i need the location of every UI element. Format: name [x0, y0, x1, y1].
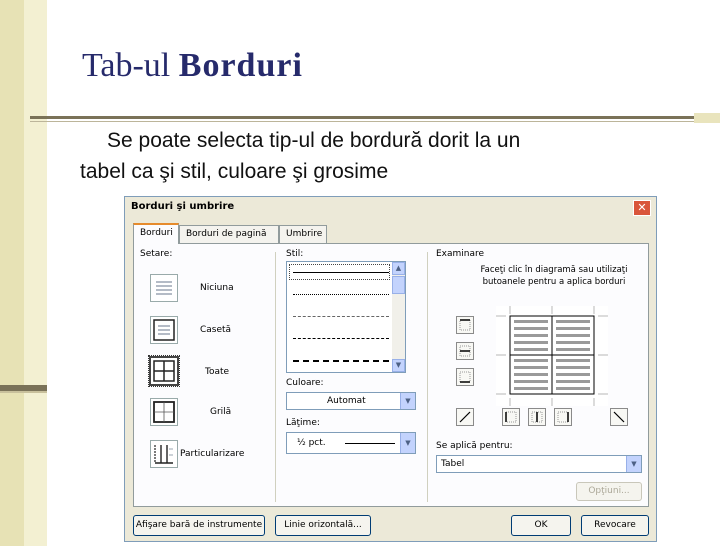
apply-to-value: Tabel: [441, 459, 465, 469]
slide-body: Se poate selecta tip-ul de bordură dorit…: [80, 125, 690, 187]
scroll-thumb[interactable]: [392, 276, 405, 294]
preview-hint-line-2: butoanele pentru a aplica borduri: [482, 277, 626, 287]
setting-custom-icon[interactable]: [150, 440, 178, 468]
preview-hint-line-1: Faceţi clic în diagramă sau utilizaţi: [480, 265, 628, 275]
setting-none-label[interactable]: Niciuna: [200, 283, 234, 293]
close-button[interactable]: ✕: [633, 200, 651, 216]
setting-separator: [275, 252, 276, 502]
apply-to-heading: Se aplică pentru:: [436, 441, 513, 451]
dialog-titlebar[interactable]: Borduri şi umbrire ✕: [125, 197, 656, 219]
slide-left-marker-thin: [0, 391, 47, 393]
preview-diagram[interactable]: [496, 306, 608, 406]
chevron-down-icon[interactable]: ▼: [626, 456, 641, 472]
setting-box-icon[interactable]: [150, 316, 178, 344]
setting-grid-icon[interactable]: [150, 398, 178, 426]
options-button[interactable]: Opţiuni...: [576, 482, 642, 501]
color-dropdown[interactable]: Automat ▼: [286, 392, 416, 410]
style-list[interactable]: ▲ ▼: [286, 261, 406, 373]
width-heading: Lăţime:: [286, 418, 320, 428]
tab-borders[interactable]: Borduri: [133, 223, 179, 244]
tab-shading[interactable]: Umbrire: [279, 225, 327, 243]
scroll-up-icon[interactable]: ▲: [392, 262, 405, 275]
setting-all-icon[interactable]: [148, 355, 180, 387]
slide-body-line-1: Se poate selecta tip-ul de bordură dorit…: [107, 129, 521, 152]
slide-title-rule-thin: [30, 121, 720, 122]
setting-heading: Setare:: [140, 249, 173, 259]
chevron-down-icon[interactable]: ▼: [400, 393, 415, 409]
slide-right-marker: [694, 113, 720, 123]
slide-title-rule: [30, 116, 720, 119]
tab-page-borders[interactable]: Borduri de pagină: [179, 225, 279, 243]
style-separator: [427, 252, 428, 502]
setting-none-icon[interactable]: [150, 274, 178, 302]
style-solid-line[interactable]: [293, 272, 389, 273]
width-dropdown[interactable]: ½ pct. ▼: [286, 432, 416, 454]
setting-box-label[interactable]: Casetă: [200, 325, 231, 335]
style-fine-dash-line[interactable]: [293, 316, 389, 317]
slide-title-bold: Borduri: [178, 47, 303, 84]
top-border-icon[interactable]: [456, 316, 474, 334]
style-dotted-line[interactable]: [293, 294, 389, 295]
width-value: ½ pct.: [297, 438, 326, 448]
tab-panel: Setare: Niciuna Casetă Toate Grilă Parti…: [133, 243, 649, 507]
chevron-down-icon[interactable]: ▼: [400, 433, 415, 453]
left-border-icon[interactable]: [502, 408, 520, 426]
scroll-down-icon[interactable]: ▼: [392, 359, 405, 372]
bottom-border-icon[interactable]: [456, 368, 474, 386]
slide-left-band-dark: [0, 0, 24, 546]
slide-body-line-2: tabel ca şi stil, culoare şi grosime: [80, 160, 389, 183]
inside-vertical-border-icon[interactable]: [528, 408, 546, 426]
preview-heading: Examinare: [436, 249, 485, 259]
setting-custom-label[interactable]: Particularizare: [180, 449, 244, 459]
cancel-button[interactable]: Revocare: [581, 515, 649, 536]
inside-horizontal-border-icon[interactable]: [456, 342, 474, 360]
show-toolbar-button[interactable]: Afişare bară de instrumente: [133, 515, 265, 536]
style-heading: Stil:: [286, 249, 304, 259]
width-sample-line: [345, 443, 395, 444]
apply-to-dropdown[interactable]: Tabel ▼: [436, 455, 642, 473]
style-dash-line[interactable]: [293, 338, 389, 339]
slide-title: Tab-ul Borduri: [82, 47, 303, 85]
right-border-icon[interactable]: [554, 408, 572, 426]
style-dash-dot-line[interactable]: [293, 360, 389, 362]
preview-hint: Faceţi clic în diagramă sau utilizaţi bu…: [464, 264, 644, 288]
setting-all-label[interactable]: Toate: [205, 367, 229, 377]
dialog-title: Borduri şi umbrire: [131, 201, 235, 212]
diagonal-down-border-icon[interactable]: [610, 408, 628, 426]
diagonal-up-border-icon[interactable]: [456, 408, 474, 426]
style-list-scrollbar[interactable]: ▲ ▼: [392, 262, 405, 372]
ok-button[interactable]: OK: [511, 515, 571, 536]
borders-shading-dialog: Borduri şi umbrire ✕ Borduri Borduri de …: [124, 196, 657, 542]
setting-grid-label[interactable]: Grilă: [210, 407, 231, 417]
slide-title-prefix: Tab-ul: [82, 47, 179, 84]
color-heading: Culoare:: [286, 378, 324, 388]
color-value: Automat: [327, 396, 366, 406]
horizontal-line-button[interactable]: Linie orizontală...: [275, 515, 371, 536]
